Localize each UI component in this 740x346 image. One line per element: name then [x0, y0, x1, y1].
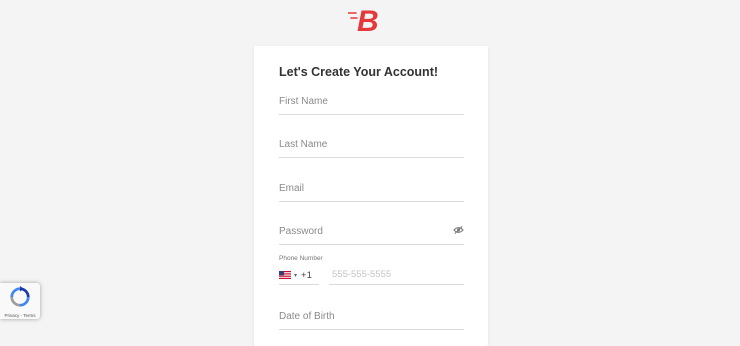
country-code-selector[interactable]: ▾ +1: [279, 266, 319, 285]
first-name-input[interactable]: [279, 92, 439, 110]
recaptcha-icon: [10, 286, 30, 307]
first-name-field: [279, 92, 464, 115]
us-flag-icon: [279, 271, 291, 279]
eye-off-icon[interactable]: [453, 225, 464, 235]
date-of-birth-input[interactable]: [279, 307, 439, 325]
chevron-down-icon: ▾: [294, 272, 298, 279]
form-heading: Let's Create Your Account!: [279, 65, 439, 79]
last-name-field: [279, 135, 464, 158]
recaptcha-privacy-link[interactable]: Privacy: [5, 313, 20, 318]
email-input[interactable]: [279, 179, 439, 197]
signup-card: Let's Create Your Account! Phone Number …: [254, 46, 488, 346]
svg-text:B: B: [357, 5, 379, 34]
phone-number-label: Phone Number: [279, 255, 323, 262]
recaptcha-badge[interactable]: Privacy - Terms: [0, 283, 40, 319]
recaptcha-terms-link[interactable]: Terms: [23, 313, 35, 318]
password-input[interactable]: [279, 222, 439, 240]
brand-logo: B: [348, 5, 379, 34]
phone-number-field: [329, 266, 464, 285]
email-field: [279, 179, 464, 202]
last-name-input[interactable]: [279, 135, 439, 153]
recaptcha-links: Privacy - Terms: [0, 313, 40, 318]
phone-number-input[interactable]: [332, 266, 460, 282]
password-field: [279, 222, 464, 245]
date-of-birth-field: [279, 307, 464, 330]
dial-code: +1: [301, 269, 312, 281]
